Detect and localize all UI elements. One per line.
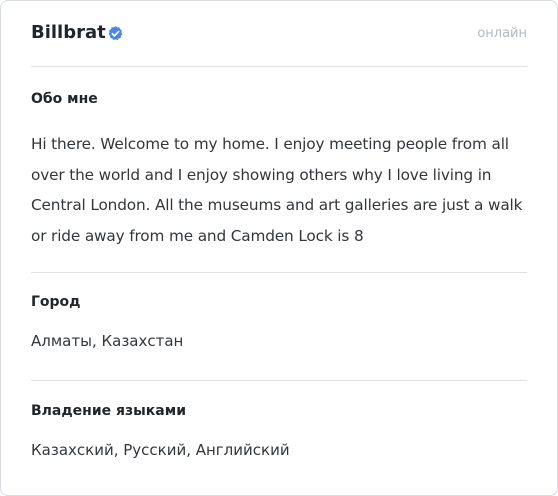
online-status: онлайн: [477, 26, 527, 41]
about-section: Обо мне Hi there. Welcome to my home. I …: [31, 89, 527, 273]
verified-badge-icon: [107, 25, 124, 42]
city-title: Город: [31, 294, 81, 310]
about-title: Обо мне: [31, 91, 98, 107]
languages-value: Казахский, Русский, Английский: [31, 441, 290, 459]
city-value: Алматы, Казахстан: [31, 332, 184, 350]
username: Billbrat: [31, 22, 106, 43]
languages-title: Владение языками: [31, 403, 187, 419]
languages-section: Владение языками Казахский, Русский, Анг…: [31, 401, 527, 461]
profile-header: Billbrat онлайн: [31, 1, 527, 67]
city-section: Город Алматы, Казахстан: [31, 292, 527, 381]
profile-card: Billbrat онлайн Обо мне Hi there. Welcom…: [0, 0, 558, 496]
about-text: Hi there. Welcome to my home. I enjoy me…: [31, 135, 523, 245]
